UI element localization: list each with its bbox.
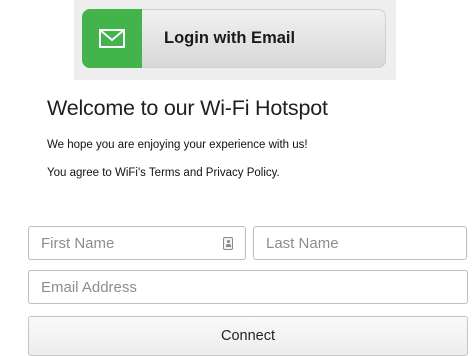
welcome-title: Welcome to our Wi-Fi Hotspot	[47, 96, 328, 120]
login-with-email-button[interactable]: Login with Email	[82, 9, 386, 68]
connect-button[interactable]: Connect	[28, 316, 468, 356]
terms-prefix: You agree to	[47, 167, 115, 179]
envelope-icon	[99, 29, 125, 48]
login-button-label: Login with Email	[164, 29, 296, 47]
last-name-input[interactable]	[254, 227, 466, 259]
terms-notice: You agree to WiFi's Terms and Privacy Po…	[47, 167, 280, 179]
email-input[interactable]	[29, 271, 467, 303]
first-name-field[interactable]	[28, 226, 246, 260]
login-icon-box	[82, 9, 142, 68]
last-name-field[interactable]	[253, 226, 467, 260]
contact-card-icon	[223, 237, 233, 250]
first-name-input[interactable]	[29, 227, 245, 259]
terms-link[interactable]: WiFi's Terms and Privacy Policy.	[115, 167, 280, 179]
email-field[interactable]	[28, 270, 468, 304]
welcome-message: We hope you are enjoying your experience…	[47, 139, 308, 151]
